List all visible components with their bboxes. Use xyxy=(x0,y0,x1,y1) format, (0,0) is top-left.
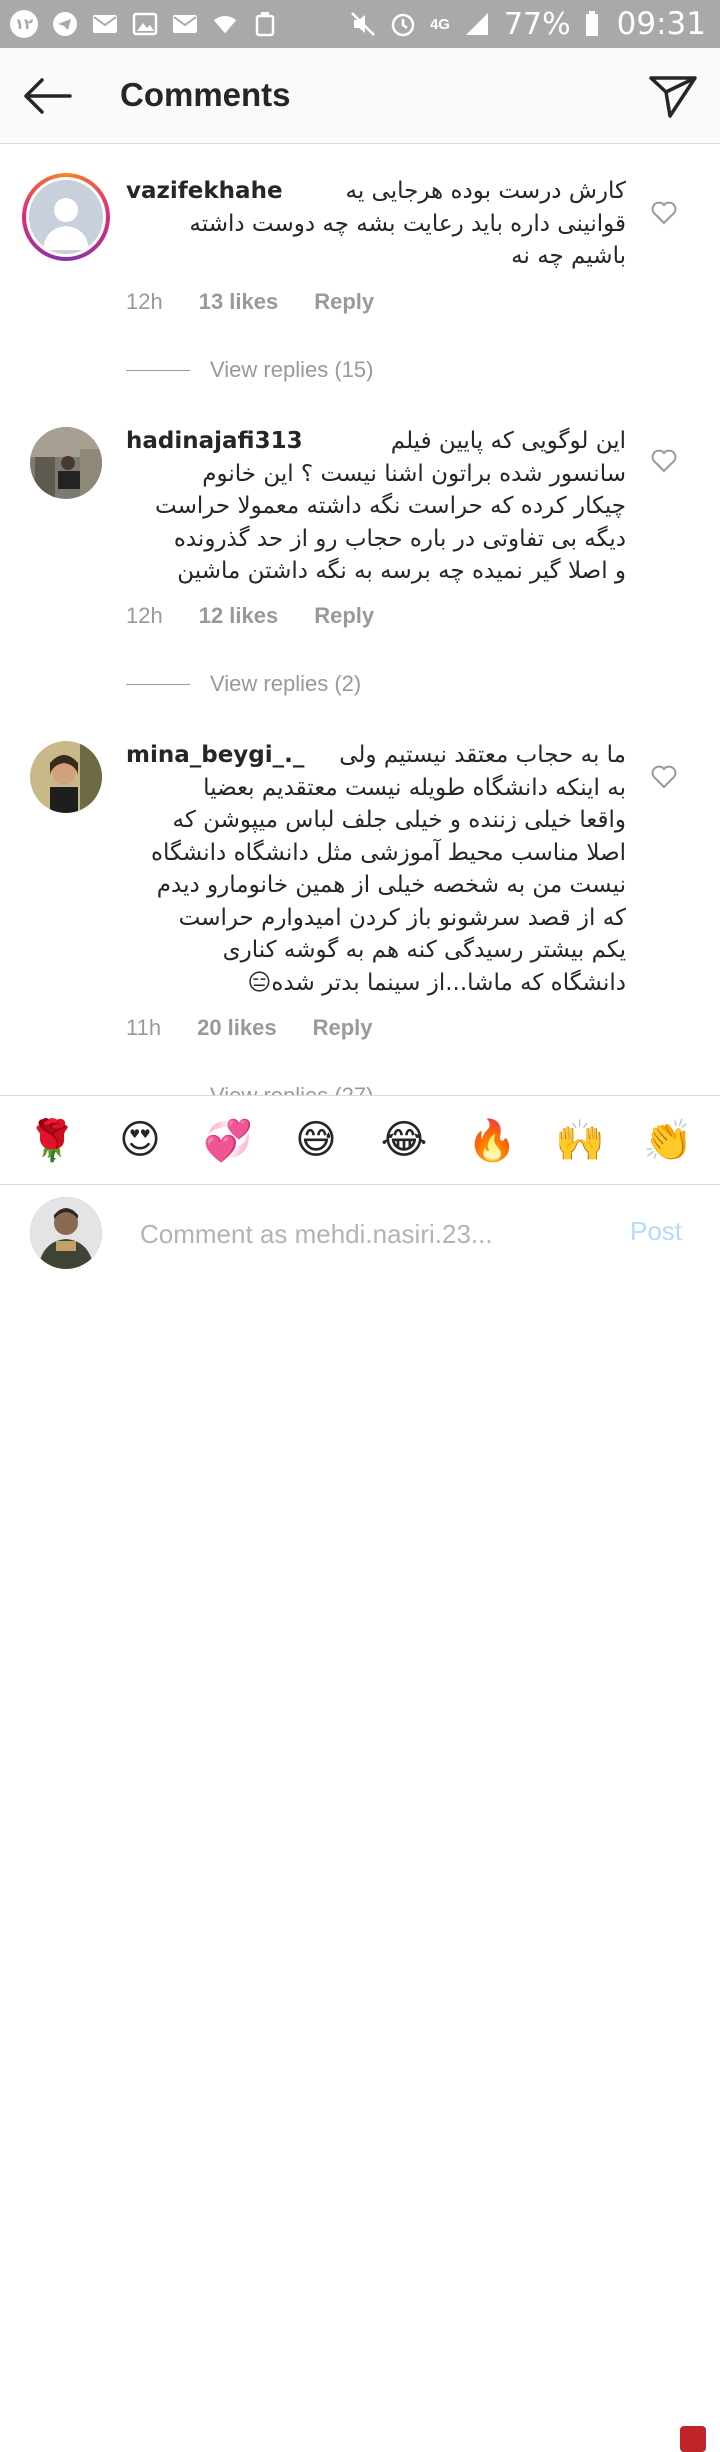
default-avatar-icon xyxy=(29,180,103,254)
clock: 09:31 xyxy=(616,6,706,42)
comment-text: mina_beygi_._ ما به حجاب معتقد نیستیم ول… xyxy=(126,739,626,999)
reply-button[interactable]: Reply xyxy=(313,1015,373,1041)
view-replies-label: View replies (27) xyxy=(210,1083,373,1095)
signal-icon xyxy=(464,11,490,37)
comment-time: 12h xyxy=(126,603,163,628)
status-bar-left: ۱۲ xyxy=(10,10,278,38)
comment-line: این لوگویی که پایین فیلم xyxy=(390,428,626,454)
mute-icon xyxy=(350,11,376,37)
clap-emoji-button[interactable]: 👏 xyxy=(638,1117,698,1164)
comment-input[interactable] xyxy=(140,1214,560,1254)
comment-body: hadinajafi313 این لوگویی که پایین فیلم س… xyxy=(126,425,626,588)
user-photo-avatar xyxy=(30,1197,102,1269)
comment-body: vazifekhahe کارش درست بوده هرجایی یه قوا… xyxy=(126,175,626,273)
telegram-icon xyxy=(52,11,78,37)
comment-line: یکم بیشتر رسیدگی کنه هم به گوشه کناری xyxy=(222,937,626,963)
user-photo-avatar xyxy=(30,427,102,499)
comment-meta: 12h 12 likes Reply xyxy=(126,603,374,629)
heart-eyes-emoji-button[interactable]: 😍 xyxy=(110,1117,170,1163)
view-replies-button[interactable]: View replies (15) xyxy=(126,357,373,383)
comment-line: واقعا خیلی زننده و خیلی جلف لباس میپوشن … xyxy=(172,807,626,833)
wifi-icon xyxy=(212,11,238,37)
heart-icon xyxy=(651,201,677,225)
recycle-icon xyxy=(252,11,278,37)
replies-divider-line xyxy=(126,683,190,685)
view-replies-button[interactable]: View replies (27) xyxy=(126,1083,373,1095)
reply-button[interactable]: Reply xyxy=(314,289,374,315)
comment-line: چیکار کرده که حراست نگه داشته معمولا حرا… xyxy=(155,493,626,519)
comment-body: mina_beygi_._ ما به حجاب معتقد نیستیم ول… xyxy=(126,739,626,999)
send-icon xyxy=(649,76,697,118)
replies-divider-line xyxy=(126,369,190,371)
heart-icon xyxy=(651,449,677,473)
comment-time: 11h xyxy=(126,1015,162,1040)
comment-line: دیگه بی تفاوتی در باره حجاب رو از حد گذر… xyxy=(173,525,626,552)
comment-text: hadinajafi313 این لوگویی که پایین فیلم س… xyxy=(126,425,626,588)
direct-message-button[interactable] xyxy=(648,72,698,120)
avatar[interactable] xyxy=(30,427,102,499)
view-replies-label: View replies (15) xyxy=(210,357,374,382)
comment-username[interactable]: vazifekhahe xyxy=(126,175,283,208)
comment-likes[interactable]: 12 likes xyxy=(199,603,279,629)
emoji-quick-bar: 🌹 😍 💞 😅 😂 🔥 🙌 👏 xyxy=(0,1095,720,1185)
reply-button[interactable]: Reply xyxy=(314,603,374,629)
joy-emoji-button[interactable]: 😂 xyxy=(374,1117,434,1163)
back-button[interactable] xyxy=(20,72,74,120)
page-title: Comments xyxy=(120,76,291,113)
battery-percent: 77% xyxy=(503,6,571,42)
status-bar-right: 4G 77% 09:31 xyxy=(350,6,706,42)
watermark-logo xyxy=(680,2426,706,2452)
revolving-hearts-emoji-button[interactable]: 💞 xyxy=(198,1117,258,1164)
comment-username[interactable]: hadinajafi313 xyxy=(126,425,303,458)
comment-line: اصلا مناسب محیط آموزشی مثل دانشگاه دانشگ… xyxy=(150,839,626,866)
view-replies-button[interactable]: View replies (2) xyxy=(126,671,361,697)
comment-line: کارش درست بوده هرجایی یه xyxy=(345,178,626,204)
comment-time: 12h xyxy=(126,289,163,314)
comment-meta: 12h 13 likes Reply xyxy=(126,289,374,315)
network-type-icon: 4G xyxy=(429,15,450,33)
status-bar: ۱۲ 4G 77% 09:31 xyxy=(0,0,720,48)
comment-line: قوانینی داره باید رعایت بشه چه دوست داشت… xyxy=(189,210,626,237)
avatar[interactable] xyxy=(30,741,102,813)
image-icon xyxy=(132,11,158,37)
fire-emoji-button[interactable]: 🔥 xyxy=(462,1117,522,1164)
comment-line: سانسور شده براتون اشنا نیست ؟ این خانوم xyxy=(202,460,626,487)
notification-count-badge: ۱۲ xyxy=(10,10,38,38)
back-arrow-icon xyxy=(24,78,72,114)
raised-hands-emoji-button[interactable]: 🙌 xyxy=(550,1117,610,1164)
like-heart-button[interactable] xyxy=(651,449,677,473)
alarm-icon xyxy=(390,11,416,37)
comments-header: Comments xyxy=(0,48,720,144)
battery-icon xyxy=(585,11,599,37)
heart-icon xyxy=(651,765,677,789)
mail-icon xyxy=(92,11,118,37)
rose-emoji-button[interactable]: 🌹 xyxy=(22,1117,82,1164)
comment-line: و اصلا گیر نمیده چه برسه به نگه داشتن ما… xyxy=(177,558,626,584)
comment-line: به اینکه دانشگاه طویله نیست معتقدیم بعضی… xyxy=(203,774,626,801)
comment-likes[interactable]: 20 likes xyxy=(197,1015,277,1041)
comments-list: vazifekhahe کارش درست بوده هرجایی یه قوا… xyxy=(0,145,720,1095)
view-replies-label: View replies (2) xyxy=(210,671,362,696)
comment-meta: 11h 20 likes Reply xyxy=(126,1015,373,1041)
comment-composer: Post xyxy=(0,1186,720,2452)
comment-line: نیست من به شخصه خیلی از همین خانومارو دی… xyxy=(156,872,626,898)
mail-icon-2 xyxy=(172,11,198,37)
like-heart-button[interactable] xyxy=(651,201,677,225)
comment-line: ما به حجاب معتقد نیستیم ولی xyxy=(339,742,626,768)
comment-text: vazifekhahe کارش درست بوده هرجایی یه قوا… xyxy=(126,175,626,273)
user-photo-avatar xyxy=(30,741,102,813)
avatar-story-ring[interactable] xyxy=(22,173,110,261)
like-heart-button[interactable] xyxy=(651,765,677,789)
comment-likes[interactable]: 13 likes xyxy=(199,289,279,315)
current-user-avatar xyxy=(30,1197,102,1269)
comment-line: باشیم چه نه xyxy=(511,243,626,269)
sweat-smile-emoji-button[interactable]: 😅 xyxy=(286,1117,346,1163)
comment-username[interactable]: mina_beygi_._ xyxy=(126,739,304,772)
comment-line: دانشگاه که ماشا...از سینما بدتر شده😑 xyxy=(247,969,626,996)
avatar xyxy=(29,180,103,254)
comment-line: که از قصد سرشونو باز کردن امیدوارم حراست xyxy=(178,904,626,931)
post-button[interactable]: Post xyxy=(630,1216,682,1247)
